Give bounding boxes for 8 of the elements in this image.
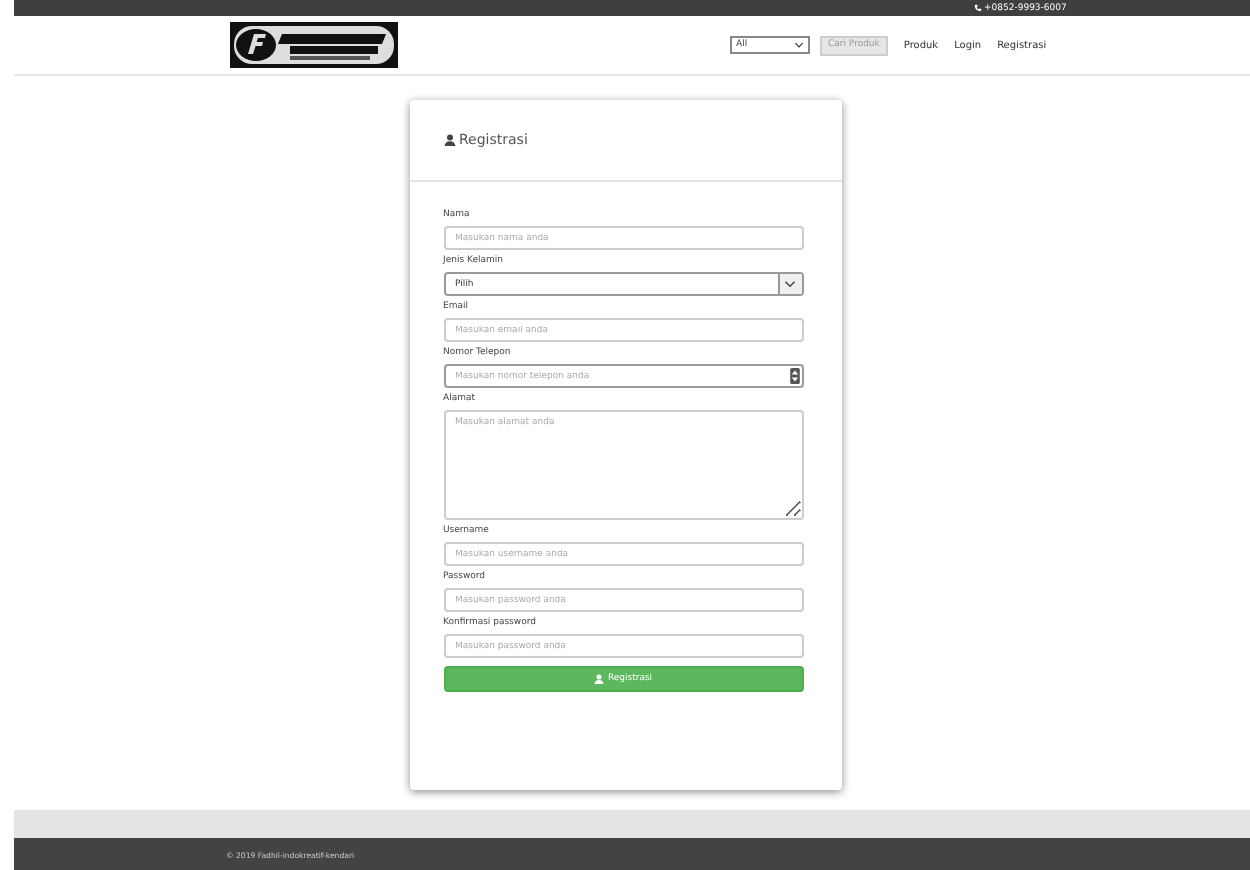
logo-drawing[interactable] — [230, 22, 398, 68]
user-icon — [443, 134, 455, 146]
dropdown-button[interactable] — [777, 274, 801, 294]
caret-icon — [784, 280, 796, 288]
spinner-icon[interactable] — [789, 368, 799, 384]
phone-icon — [974, 4, 982, 12]
user-icon — [593, 674, 604, 684]
chevron-icon — [794, 42, 804, 48]
